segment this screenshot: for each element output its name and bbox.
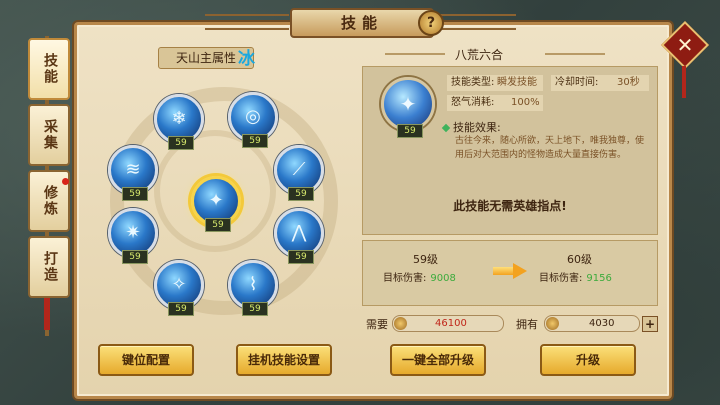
next-damage-value: 9156 — [586, 273, 612, 284]
next-level: 60级 — [567, 253, 592, 266]
skill-name: 八荒六合 — [455, 48, 504, 62]
current-damage-value: 9008 — [430, 273, 456, 284]
skill-slot-1[interactable]: ❄ 59 — [154, 94, 204, 150]
snowflake-icon: ❄ — [171, 108, 187, 129]
ice-blade-icon: ⟋ — [292, 159, 306, 180]
arrow-right-icon — [493, 263, 527, 279]
skill-slot-8[interactable]: ⌇ 59 — [228, 260, 278, 316]
attribute-value: 冰 — [238, 49, 255, 69]
skill-info-box: ✦ 59 技能类型: 瞬发技能 冷却时间: 30秒 怒气消耗: 100% 技能效… — [362, 66, 658, 235]
have-bar: 4030 — [544, 315, 640, 332]
cooldown-value: 30秒 — [617, 77, 640, 88]
upgrade-all-button[interactable]: 一键全部升级 — [390, 344, 486, 376]
need-value: 46100 — [435, 318, 467, 329]
close-tassel — [682, 66, 686, 98]
ice-figure-icon: ✦ — [399, 92, 417, 116]
ice-crystal-icon: ✷ — [125, 222, 141, 243]
current-damage: 目标伤害: 9008 — [383, 269, 456, 284]
coin-icon — [546, 317, 559, 330]
skill-slot-7[interactable]: ✧ 59 — [154, 260, 204, 316]
skill-level-badge: 59 — [288, 187, 314, 201]
level-compare-box: 59级 60级 目标伤害: 9008 目标伤害: 9156 — [362, 240, 658, 306]
skill-level-badge: 59 — [168, 136, 194, 150]
tab-forging[interactable]: 打造 — [28, 236, 70, 298]
panel-title: 技能 — [290, 8, 434, 38]
effect-heading: 技能效果: — [441, 119, 501, 135]
divider-line — [545, 53, 605, 55]
skill-type-row: 技能类型: 瞬发技能 — [447, 75, 543, 91]
current-level: 59级 — [413, 253, 438, 266]
divider-line — [385, 53, 445, 55]
diamond-icon — [441, 123, 451, 133]
skill-type-value: 瞬发技能 — [497, 77, 537, 88]
skill-level-badge: 59 — [122, 250, 148, 264]
ice-spikes-icon: ⋀ — [291, 222, 307, 243]
selected-skill-icon: ✦ 59 — [381, 77, 435, 138]
help-button[interactable]: ? — [418, 10, 444, 36]
notification-badge — [62, 178, 69, 185]
title-ornament-right — [432, 14, 516, 30]
damage-label: 目标伤害: — [539, 273, 583, 284]
auto-skill-settings-button[interactable]: 挂机技能设置 — [236, 344, 332, 376]
close-icon: ✕ — [676, 33, 694, 57]
ice-shard-icon: ✧ — [171, 274, 187, 295]
side-tab-tassel — [44, 296, 50, 330]
coin-icon — [394, 317, 407, 330]
need-bar: 46100 — [392, 315, 504, 332]
effect-description: 古往今来，随心所欲，天上地下，唯我独尊，使用后对大范围内的怪物造成大量直接伤害。 — [455, 136, 645, 160]
cooldown-label: 冷却时间: — [555, 77, 599, 88]
skill-slot-selected[interactable]: ✦ 59 — [191, 176, 241, 232]
ice-figure-icon: ✦ — [208, 190, 224, 211]
need-label: 需要 — [366, 318, 388, 331]
no-hero-hint: 此技能无需英雄指点! — [453, 199, 567, 213]
skill-level-badge: 59 — [168, 302, 194, 316]
ice-vortex-icon: ◎ — [245, 106, 261, 127]
skill-slot-3[interactable]: ≋ 59 — [108, 145, 158, 201]
skill-level-badge: 59 — [288, 250, 314, 264]
cooldown-row: 冷却时间: 30秒 — [551, 75, 649, 91]
upgrade-button[interactable]: 升级 — [540, 344, 636, 376]
skill-slot-4[interactable]: ⟋ 59 — [274, 145, 324, 201]
next-damage: 目标伤害: 9156 — [539, 269, 612, 284]
key-config-button[interactable]: 键位配置 — [98, 344, 194, 376]
rage-row: 怒气消耗: 100% — [447, 95, 543, 111]
tab-skills[interactable]: 技能 — [28, 38, 70, 100]
ice-wave-icon: ≋ — [125, 159, 141, 180]
skill-level-badge: 59 — [242, 302, 268, 316]
skill-wheel-area: 天山主属性 冰 ❄ 59 ◎ 59 ≋ 59 ⟋ 59 ✦ 59 ✷ 59 ⋀ … — [88, 42, 350, 342]
skill-slot-5[interactable]: ✷ 59 — [108, 208, 158, 264]
have-label: 拥有 — [516, 318, 538, 331]
effect-label: 技能效果: — [453, 121, 501, 134]
have-value: 4030 — [589, 318, 615, 329]
skill-slot-2[interactable]: ◎ 59 — [228, 92, 278, 148]
damage-label: 目标伤害: — [383, 273, 427, 284]
tab-gathering[interactable]: 采集 — [28, 104, 70, 166]
skill-level-badge: 59 — [205, 218, 231, 232]
skill-level-badge: 59 — [397, 124, 423, 138]
ice-claw-icon: ⌇ — [248, 274, 258, 295]
rage-label: 怒气消耗: — [451, 97, 495, 108]
skill-level-badge: 59 — [122, 187, 148, 201]
skill-type-label: 技能类型: — [451, 77, 495, 88]
rage-value: 100% — [511, 97, 540, 108]
add-currency-button[interactable]: + — [642, 316, 658, 332]
title-ornament-left — [205, 14, 289, 30]
skill-level-badge: 59 — [242, 134, 268, 148]
skill-slot-6[interactable]: ⋀ 59 — [274, 208, 324, 264]
